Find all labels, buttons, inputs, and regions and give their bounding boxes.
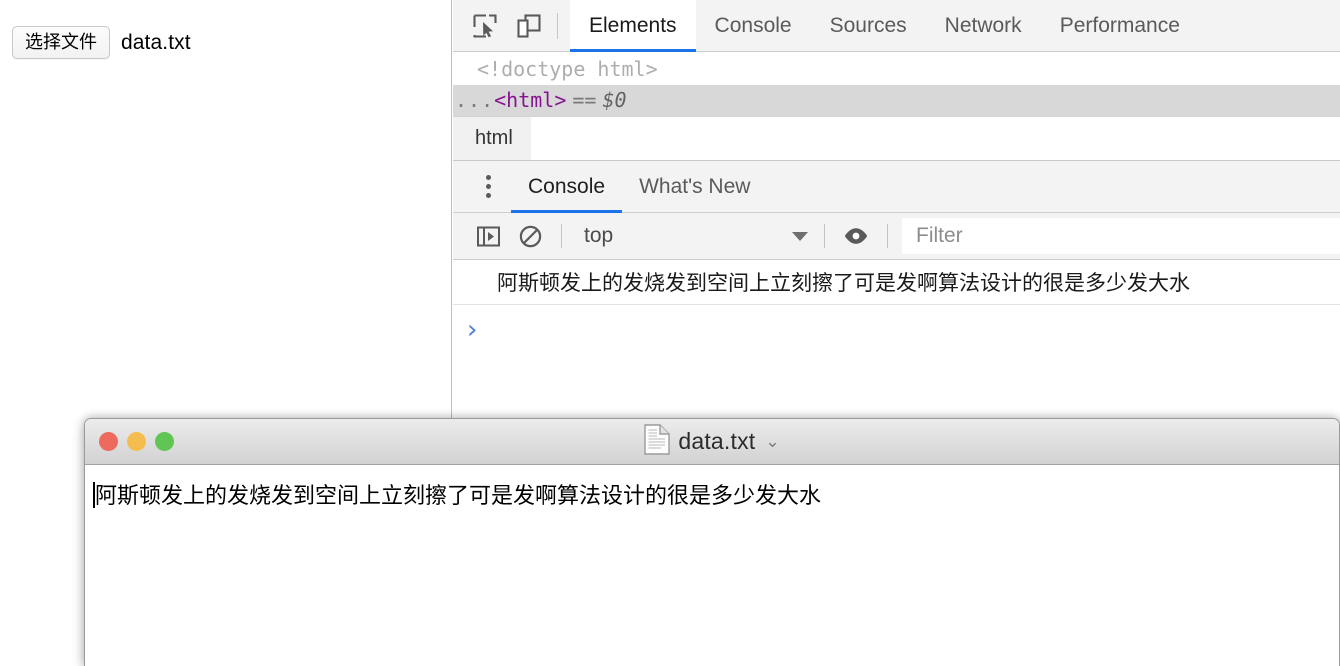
tab-elements-label: Elements [589, 13, 677, 37]
devtools-tabbar: Elements Console Sources Network Perform… [453, 0, 1340, 52]
drawer-tab-console-label: Console [528, 174, 606, 198]
text-editor-line: 阿斯顿发上的发烧发到空间上立刻擦了可是发啊算法设计的很是多少发大水 [85, 478, 1339, 510]
tab-console[interactable]: Console [696, 0, 811, 52]
dom-equals: == [572, 88, 597, 112]
console-sidebar-icon[interactable] [467, 218, 509, 254]
dom-close-bracket: > [554, 88, 567, 112]
tab-sources[interactable]: Sources [811, 0, 926, 52]
dom-tag-name: html [506, 88, 555, 112]
file-upload-row: 选择文件 data.txt [12, 26, 191, 59]
console-toolbar: top [453, 213, 1340, 260]
breadcrumb-item-html[interactable]: html [453, 117, 531, 160]
drawer-tabbar: Console What's New [453, 161, 1340, 213]
breadcrumb: html [453, 116, 1340, 160]
console-prompt-icon: › [467, 315, 478, 345]
text-editor-window: data.txt ⌄ 阿斯顿发上的发烧发到空间上立刻擦了可是发啊算法设计的很是多… [84, 418, 1340, 666]
tab-network-label: Network [944, 13, 1022, 37]
text-editor-line-text: 阿斯顿发上的发烧发到空间上立刻擦了可是发啊算法设计的很是多少发大水 [95, 483, 822, 508]
dom-selected-ref: $0 [602, 88, 627, 112]
window-titlebar[interactable]: data.txt ⌄ [85, 419, 1339, 465]
live-expression-eye-icon[interactable] [835, 218, 877, 254]
console-toolbar-divider [561, 224, 562, 248]
tabbar-divider [557, 12, 558, 39]
drawer-more-options-icon[interactable] [465, 165, 511, 209]
tab-performance[interactable]: Performance [1041, 0, 1199, 52]
doctype-text: <!doctype html> [477, 57, 658, 81]
dom-row-doctype[interactable]: <!doctype html> [453, 54, 1340, 85]
tab-network[interactable]: Network [926, 0, 1041, 52]
dom-open-bracket: < [494, 88, 507, 112]
drawer-tab-console[interactable]: Console [511, 161, 623, 213]
inspect-element-icon[interactable] [463, 6, 507, 46]
dom-ellipsis: ... [455, 88, 495, 112]
dom-tree: <!doctype html> ...<html> == $0 [453, 52, 1340, 116]
tab-console-label: Console [714, 13, 792, 37]
title-chevron-down-icon: ⌄ [765, 431, 780, 451]
device-toolbar-icon[interactable] [507, 6, 551, 46]
console-context-value: top [584, 224, 614, 247]
text-document-icon [644, 423, 671, 460]
close-button[interactable] [99, 432, 118, 451]
console-prompt-row[interactable]: › [453, 305, 1340, 355]
tab-sources-label: Sources [829, 13, 907, 37]
console-toolbar-divider [887, 224, 888, 248]
zoom-button[interactable] [155, 432, 174, 451]
console-context-select[interactable]: top [572, 218, 814, 254]
minimize-button[interactable] [127, 432, 146, 451]
text-editor-content[interactable]: 阿斯顿发上的发烧发到空间上立刻擦了可是发啊算法设计的很是多少发大水 [85, 465, 1339, 666]
drawer-tab-whats-new[interactable]: What's New [622, 161, 767, 213]
kebab-dot [485, 193, 491, 198]
window-title: data.txt [678, 428, 756, 454]
selected-file-name: data.txt [121, 30, 191, 54]
console-toolbar-divider [824, 224, 825, 248]
traffic-light-buttons [99, 432, 174, 451]
chevron-down-icon [792, 231, 808, 241]
console-filter-input[interactable] [902, 218, 1340, 254]
console-message-text: 阿斯顿发上的发烧发到空间上立刻擦了可是发啊算法设计的很是多少发大水 [497, 272, 1190, 295]
window-title-group: data.txt ⌄ [85, 423, 1339, 460]
breadcrumb-item-label: html [475, 127, 513, 149]
console-output: 阿斯顿发上的发烧发到空间上立刻擦了可是发啊算法设计的很是多少发大水 › [453, 260, 1340, 355]
dom-row-html[interactable]: ...<html> == $0 [453, 85, 1340, 116]
kebab-dot [485, 175, 491, 180]
devtools-drawer: Console What's New top Filter 阿斯顿发上的发烧发到… [453, 160, 1340, 355]
choose-file-button[interactable]: 选择文件 [12, 26, 110, 59]
tab-performance-label: Performance [1059, 13, 1180, 37]
clear-console-icon[interactable] [509, 218, 551, 254]
console-message-row[interactable]: 阿斯顿发上的发烧发到空间上立刻擦了可是发啊算法设计的很是多少发大水 [453, 260, 1340, 305]
kebab-dot [485, 184, 491, 189]
tab-elements[interactable]: Elements [570, 0, 696, 52]
drawer-tab-whats-new-label: What's New [639, 174, 751, 198]
